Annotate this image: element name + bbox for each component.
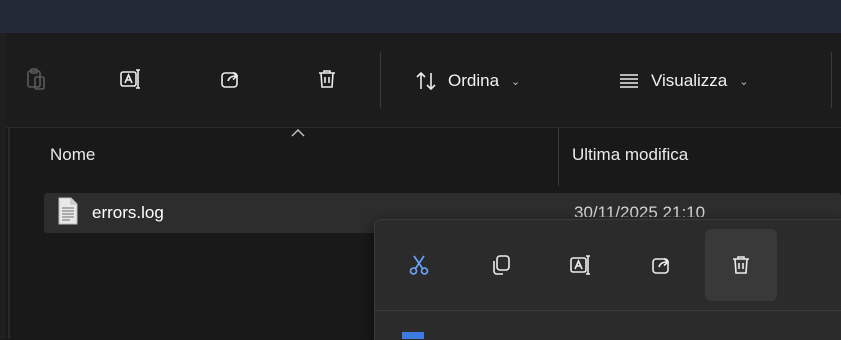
chevron-down-icon: ⌄ xyxy=(511,75,521,88)
sort-icon xyxy=(416,71,436,91)
context-menu-divider xyxy=(375,310,841,311)
delete-icon[interactable] xyxy=(705,229,777,301)
open-with-app-icon[interactable] xyxy=(402,332,424,339)
sort-label: Ordina xyxy=(448,71,500,90)
view-label: Visualizza xyxy=(651,71,728,90)
column-resize-handle[interactable] xyxy=(558,128,559,186)
title-bar-strip xyxy=(0,0,841,33)
text-file-icon xyxy=(58,197,78,225)
share-icon[interactable] xyxy=(640,243,684,287)
column-header-modified[interactable]: Ultima modifica xyxy=(572,145,688,165)
copy-icon[interactable] xyxy=(479,243,523,287)
view-icon xyxy=(620,74,638,88)
cut-icon[interactable] xyxy=(397,243,441,287)
column-header-name[interactable]: Nome xyxy=(50,145,95,165)
navigation-pane-edge xyxy=(8,128,10,339)
chevron-down-icon: ⌄ xyxy=(739,75,749,88)
sort-ascending-icon xyxy=(291,128,305,137)
file-modified-date: 30/11/2025 21:10 xyxy=(574,203,706,217)
view-button[interactable]: Visualizza ⌄ xyxy=(617,61,748,101)
paste-icon[interactable] xyxy=(18,61,54,97)
rename-icon[interactable] xyxy=(113,61,149,97)
file-name[interactable]: errors.log xyxy=(92,203,164,223)
share-icon[interactable] xyxy=(213,61,249,97)
rename-icon[interactable] xyxy=(559,243,603,287)
delete-icon[interactable] xyxy=(309,61,345,97)
sort-button[interactable]: Ordina ⌄ xyxy=(414,61,520,101)
toolbar-separator xyxy=(831,52,832,108)
toolbar-separator xyxy=(380,52,381,108)
column-header-row xyxy=(6,128,841,186)
